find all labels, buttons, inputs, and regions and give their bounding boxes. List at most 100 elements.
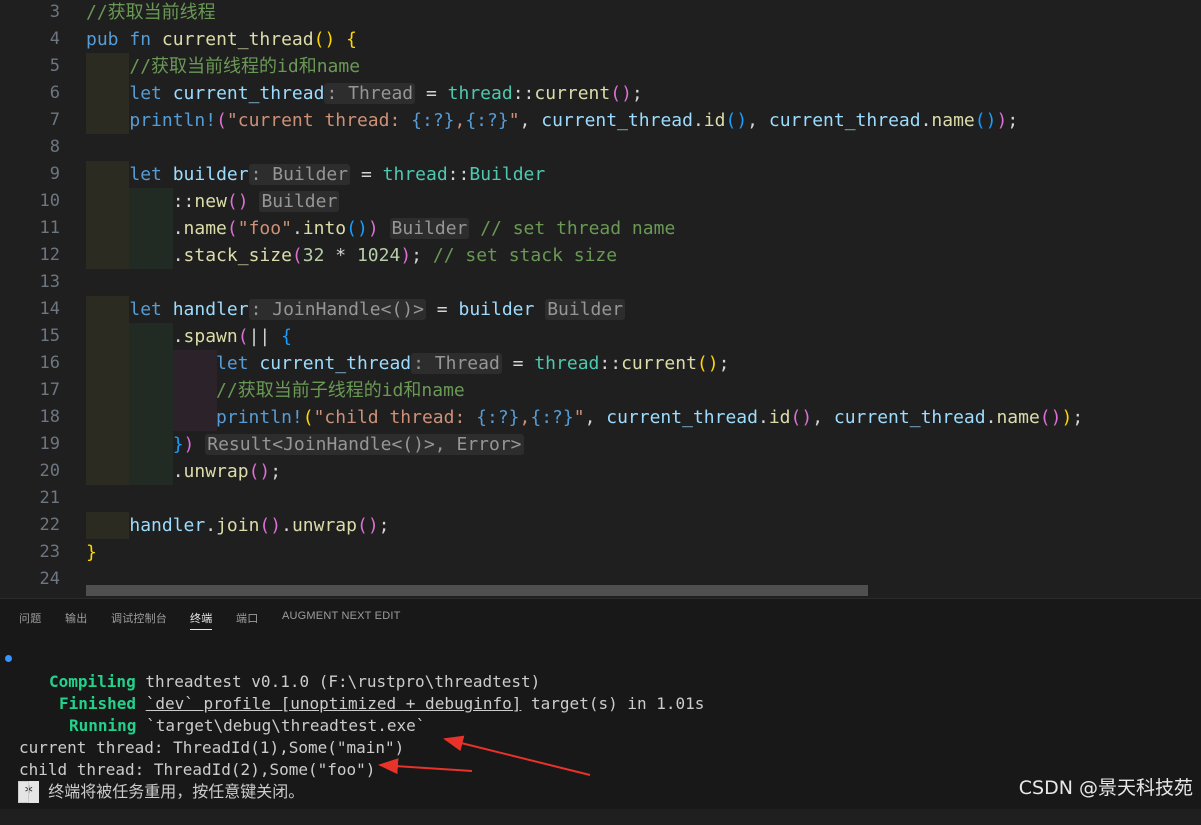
code-token: ) — [1061, 407, 1073, 428]
inlay-type-hint: : Thread — [411, 353, 502, 374]
code-token: 1024 — [356, 245, 401, 266]
line-number: 9 — [49, 164, 60, 184]
code-line[interactable]: 11 .name("foo".into()) Builder // set th… — [0, 215, 1201, 242]
tab-output[interactable]: 输出 — [65, 610, 87, 626]
line-number: 19 — [39, 434, 60, 454]
code-token: { — [281, 326, 292, 347]
code-token: :: — [447, 164, 470, 185]
code-line[interactable]: 3 //获取当前线程 — [0, 0, 1201, 26]
line-number: 18 — [39, 407, 60, 427]
code-token: ) — [367, 218, 379, 239]
line-number: 5 — [49, 56, 60, 76]
code-token: builder — [172, 164, 249, 185]
code-text: .spawn(|| { — [86, 323, 292, 350]
code-line[interactable]: 19 }) Result<JoinHandle<()>, Error> — [0, 431, 1201, 458]
line-number: 10 — [39, 191, 60, 211]
code-line[interactable]: 22 handler.join().unwrap(); — [0, 512, 1201, 539]
code-token: () — [974, 110, 997, 131]
code-line[interactable]: 21 — [0, 485, 1201, 512]
code-line[interactable]: 12 .stack_size(32 * 1024); // set stack … — [0, 242, 1201, 269]
code-token: . — [172, 326, 184, 347]
code-token: ; — [1072, 407, 1084, 428]
code-line[interactable]: 14 let handler: JoinHandle<()> = builder… — [0, 296, 1201, 323]
code-line[interactable]: 10 ::new() Builder — [0, 188, 1201, 215]
code-token: :: — [512, 83, 535, 104]
code-token: current_thread — [172, 83, 325, 104]
code-token: " — [508, 110, 520, 131]
code-line[interactable]: 6 let current_thread: Thread = thread::c… — [0, 80, 1201, 107]
code-token: "child thread: — [313, 407, 477, 428]
code-text: let current_thread: Thread = thread::cur… — [86, 350, 729, 377]
code-token: name — [183, 218, 227, 239]
code-token: builder — [458, 299, 535, 320]
terminal-line-output-child: child thread: ThreadId(2),Some("foo") — [0, 737, 1201, 779]
code-line[interactable]: 5 //获取当前线程的id和name — [0, 53, 1201, 80]
line-number: 23 — [39, 542, 60, 562]
code-token: {:?} — [476, 407, 520, 428]
terminal-line-finished: Finished `dev` profile [unoptimized + de… — [0, 671, 1201, 713]
code-token: // set stack size — [432, 245, 618, 266]
code-line[interactable]: 23} — [0, 539, 1201, 566]
code-token: . — [281, 515, 292, 536]
code-token: () — [696, 353, 719, 374]
horizontal-scrollbar[interactable] — [86, 585, 868, 596]
code-token: , — [584, 407, 607, 428]
code-token: name — [931, 110, 975, 131]
code-token: handler — [129, 515, 206, 536]
code-token: ; — [1007, 110, 1019, 131]
line-number: 4 — [49, 29, 60, 49]
code-line[interactable]: 20 .unwrap(); — [0, 458, 1201, 485]
tab-terminal[interactable]: 终端 — [190, 610, 213, 630]
line-number: 6 — [49, 83, 60, 103]
code-token: thread — [447, 83, 513, 104]
code-text: let handler: JoinHandle<()> = builder Bu… — [86, 296, 626, 323]
line-number: 3 — [49, 2, 60, 22]
code-line[interactable]: 15 .spawn(|| { — [0, 323, 1201, 350]
tab-debug-console[interactable]: 调试控制台 — [111, 610, 167, 626]
code-token: ) — [996, 110, 1008, 131]
code-line[interactable]: 9 let builder: Builder = thread::Builder — [0, 161, 1201, 188]
code-token: :: — [599, 353, 622, 374]
code-token: } — [172, 434, 184, 455]
terminal-line-output-main: current thread: ThreadId(1),Some("main") — [0, 715, 1201, 757]
code-token: = — [350, 164, 383, 185]
code-token: . — [172, 245, 184, 266]
code-token: thread — [382, 164, 448, 185]
line-number: 22 — [39, 515, 60, 535]
code-token: ) — [183, 434, 195, 455]
inlay-type-hint: : JoinHandle<()> — [248, 299, 426, 320]
code-token: let — [129, 299, 162, 320]
code-text: //获取当前线程的id和name — [86, 53, 360, 80]
code-editor[interactable]: 3//获取当前线程 4 pub fn current_thread() {5 //获… — [0, 0, 1201, 598]
code-token: " — [573, 407, 585, 428]
code-line[interactable]: 17 //获取当前子线程的id和name — [0, 377, 1201, 404]
code-token: println! — [129, 110, 217, 131]
code-token: () — [248, 461, 271, 482]
code-line[interactable]: 16 let current_thread: Thread = thread::… — [0, 350, 1201, 377]
code-token: () — [790, 407, 813, 428]
code-token: pub — [86, 29, 119, 50]
code-line[interactable]: 18 println!("child thread: {:?},{:?}", c… — [0, 404, 1201, 431]
code-line[interactable]: 8 — [0, 134, 1201, 161]
code-line[interactable]: 13 — [0, 269, 1201, 296]
code-token: //获取当前子线程的id和name — [216, 380, 465, 401]
code-line[interactable]: 7 println!("current thread: {:?},{:?}", … — [0, 107, 1201, 134]
code-text: pub fn current_thread() { — [86, 26, 357, 53]
prompt-text: 终端将被任务重用，按任意键关闭。 — [38, 782, 305, 801]
code-token: ( — [237, 326, 249, 347]
code-line[interactable]: 4 pub fn current_thread() { — [0, 26, 1201, 53]
tab-problems[interactable]: 问题 — [19, 610, 41, 626]
code-token: fn — [129, 29, 152, 50]
tab-ports[interactable]: 端口 — [236, 610, 258, 626]
tab-augment-next-edit[interactable]: AUGMENT NEXT EDIT — [282, 610, 401, 622]
